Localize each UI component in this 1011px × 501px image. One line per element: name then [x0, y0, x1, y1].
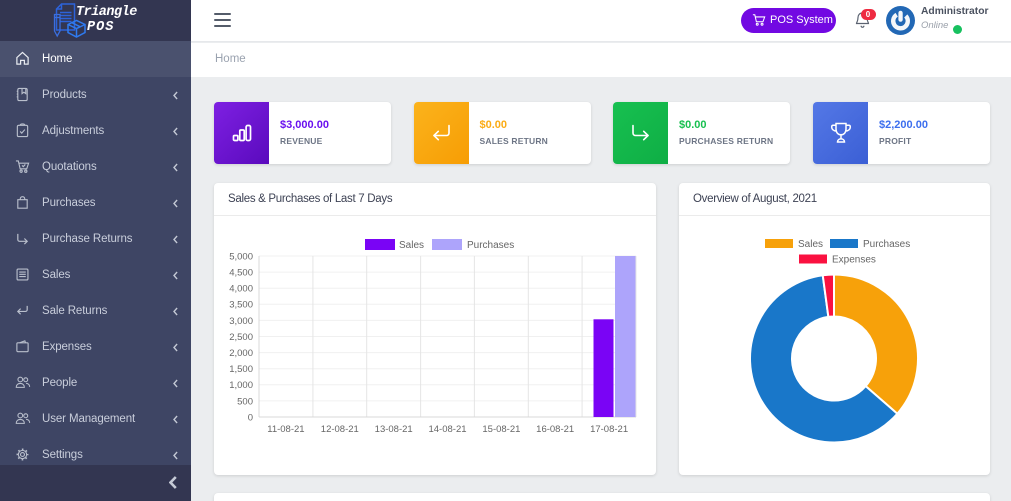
svg-text:Expenses: Expenses — [832, 255, 876, 266]
svg-text:15-08-21: 15-08-21 — [482, 424, 520, 435]
svg-text:Purchases: Purchases — [863, 239, 910, 250]
svg-text:16-08-21: 16-08-21 — [536, 424, 574, 435]
svg-text:Purchases: Purchases — [467, 240, 514, 251]
svg-text:5,000: 5,000 — [229, 251, 253, 262]
svg-text:12-08-21: 12-08-21 — [321, 424, 359, 435]
svg-text:2,000: 2,000 — [229, 348, 253, 359]
svg-text:1,500: 1,500 — [229, 364, 253, 375]
svg-text:0: 0 — [248, 412, 253, 423]
svg-text:2,500: 2,500 — [229, 332, 253, 343]
svg-text:14-08-21: 14-08-21 — [428, 424, 466, 435]
svg-text:3,500: 3,500 — [229, 300, 253, 311]
svg-text:4,500: 4,500 — [229, 268, 253, 279]
svg-text:Sales: Sales — [798, 239, 823, 250]
svg-text:500: 500 — [237, 396, 253, 407]
svg-text:3,000: 3,000 — [229, 316, 253, 327]
svg-text:Sales: Sales — [399, 240, 424, 251]
svg-text:17-08-21: 17-08-21 — [590, 424, 628, 435]
svg-text:11-08-21: 11-08-21 — [267, 424, 304, 435]
svg-text:13-08-21: 13-08-21 — [375, 424, 413, 435]
svg-text:4,000: 4,000 — [229, 284, 253, 295]
svg-text:1,000: 1,000 — [229, 380, 253, 391]
